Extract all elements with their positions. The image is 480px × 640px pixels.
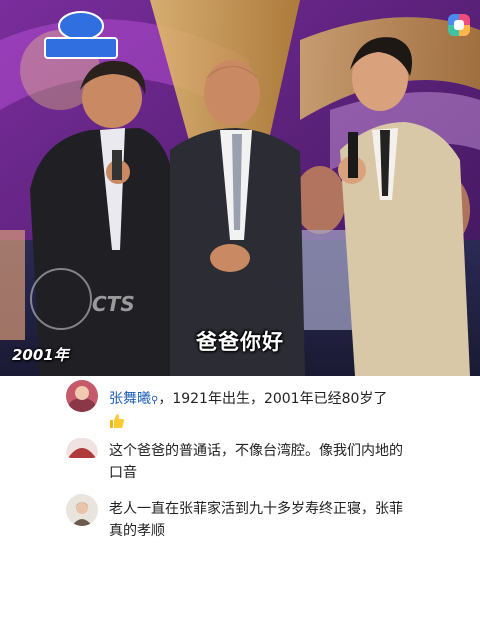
app-badge-icon xyxy=(448,14,470,36)
watermark-text: CTS xyxy=(92,292,135,316)
comment-text: 老人一直在张菲家活到九十多岁寿终正寝，张菲真的孝顺 xyxy=(109,501,403,539)
video-frame[interactable]: CTS 2001年 爸爸你好 xyxy=(0,0,480,376)
video-subtitle: 爸爸你好 xyxy=(196,330,284,354)
thumbs-up-icon xyxy=(110,414,125,428)
avatar[interactable] xyxy=(66,494,98,526)
comment-username[interactable]: 张舞曦 xyxy=(109,391,151,407)
show-logo xyxy=(44,11,118,59)
avatar[interactable] xyxy=(66,380,98,412)
avatar[interactable] xyxy=(66,438,98,458)
comment-text: 张舞曦⚲，1921年出生，2001年已经80岁了 xyxy=(109,388,414,434)
watermark-logo-icon xyxy=(30,268,92,330)
comment-text: 这个爸爸的普通话，不像台湾腔。像我们内地的口音 xyxy=(109,443,403,481)
comment-body: ，1921年出生，2001年已经80岁了 xyxy=(158,391,388,407)
